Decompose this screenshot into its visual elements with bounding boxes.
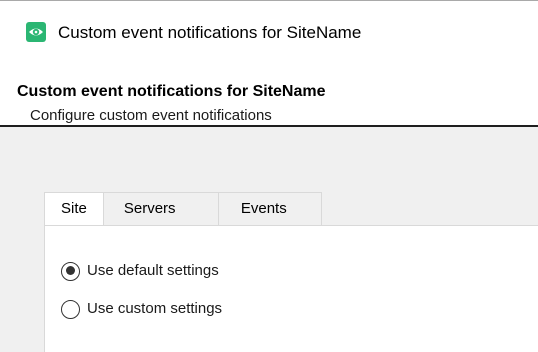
eye-icon [26, 22, 46, 42]
page-subtitle: Configure custom event notifications [30, 107, 272, 124]
site-tab-panel: Use default settings Use custom settings [44, 225, 538, 352]
window-title: Custom event notifications for SiteName [58, 23, 362, 42]
use-custom-settings-label[interactable]: Use custom settings [87, 300, 222, 318]
page-title: Custom event notifications for SiteName [17, 83, 326, 100]
tab-servers[interactable]: Servers [103, 192, 219, 225]
dialog-header: Custom event notifications for SiteName … [0, 49, 538, 125]
tab-bar: Site Servers Events [44, 192, 322, 226]
use-custom-settings-radio[interactable] [61, 299, 80, 319]
use-default-settings-option[interactable]: Use default settings [61, 260, 219, 282]
use-custom-settings-option[interactable]: Use custom settings [61, 298, 222, 320]
content-area: Site Servers Events Use default settings… [0, 127, 538, 352]
tab-events[interactable]: Events [218, 192, 322, 225]
use-default-settings-radio[interactable] [61, 261, 80, 281]
tab-site[interactable]: Site [44, 192, 104, 226]
title-bar: Custom event notifications for SiteName [0, 1, 538, 49]
use-default-settings-label[interactable]: Use default settings [87, 262, 219, 280]
